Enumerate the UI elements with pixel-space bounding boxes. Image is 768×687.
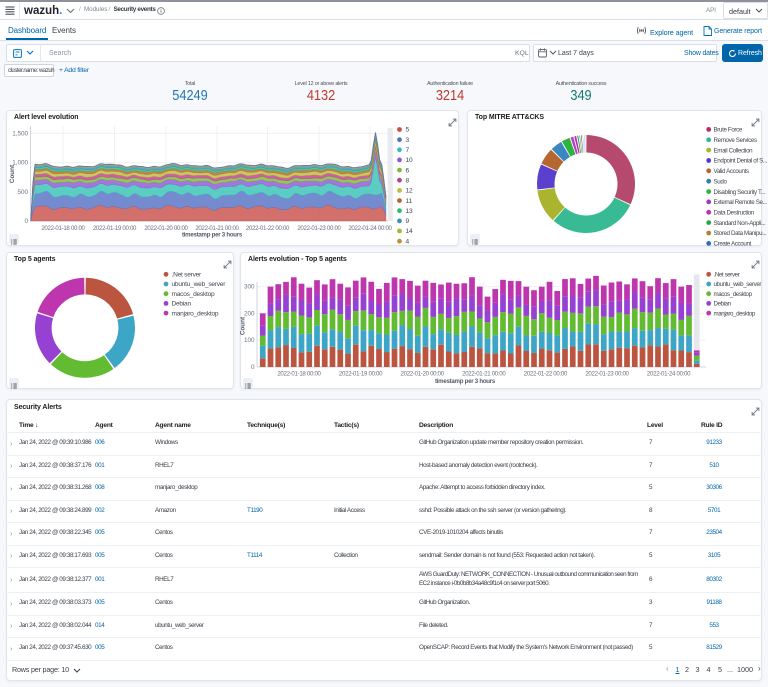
svg-text:Debian: Debian [714,301,732,308]
svg-text:ubuntu_web_server: ubuntu_web_server [714,281,762,288]
svg-text:timestamp per 3 hours: timestamp per 3 hours [435,378,496,385]
svg-text:2022-01-19 00:00: 2022-01-19 00:00 [339,371,383,378]
svg-text:2022-01-23 00:00: 2022-01-23 00:00 [585,371,629,378]
svg-text:2022-01-22 00:00: 2022-01-22 00:00 [524,371,568,378]
svg-text:200: 200 [244,310,255,317]
svg-text:macos_desktop: macos_desktop [714,291,753,298]
svg-text:.Net server: .Net server [714,272,740,279]
svg-text:100: 100 [244,337,255,344]
svg-text:2022-01-24 00:00: 2022-01-24 00:00 [647,371,691,378]
svg-text:2022-01-18 00:00: 2022-01-18 00:00 [277,371,321,378]
svg-text:0: 0 [251,364,255,371]
svg-text:Count: Count [240,316,247,335]
svg-text:2022-01-20 00:00: 2022-01-20 00:00 [401,371,445,378]
svg-text:manjaro_desktop: manjaro_desktop [714,310,756,317]
svg-text:300: 300 [244,284,255,291]
svg-text:2022-01-21 00:00: 2022-01-21 00:00 [462,371,506,378]
